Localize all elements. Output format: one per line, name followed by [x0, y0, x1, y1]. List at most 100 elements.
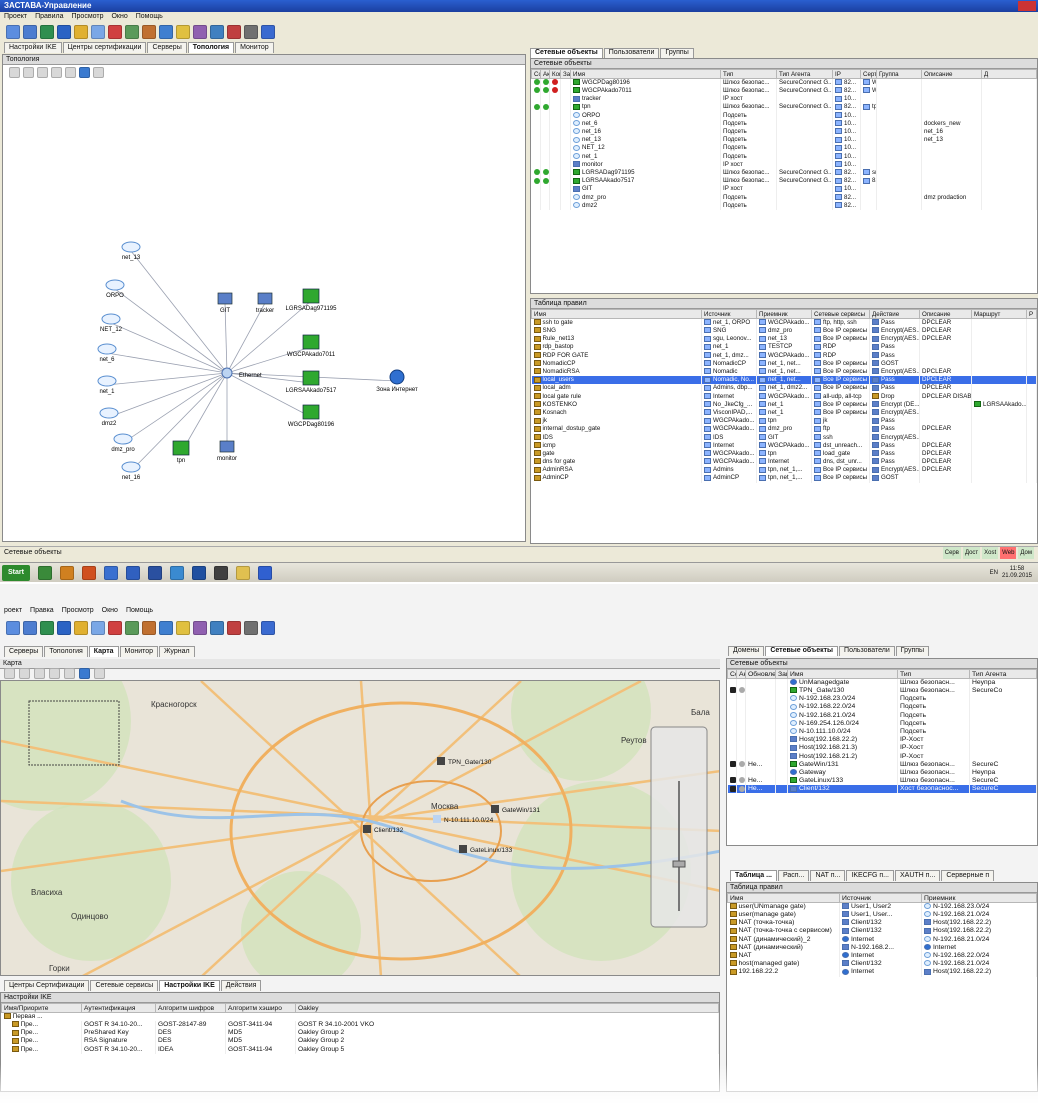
right-tab-b-3[interactable]: Группы	[895, 646, 930, 656]
table-row[interactable]: monitor IP хост 10...	[531, 160, 1037, 169]
table-row[interactable]: AdminRSA Admins tpn, net_1,... Все IP серви…	[531, 466, 1037, 475]
table-row[interactable]: net_13 Подсеть 10... net_13	[531, 136, 1037, 145]
map-node-icon[interactable]	[491, 805, 499, 813]
toolbar-button-icon[interactable]	[74, 621, 88, 635]
table-row[interactable]: local_users Nomadic, No... net_1, net... Вс…	[531, 376, 1037, 385]
status-cell-2[interactable]: Xost	[982, 547, 999, 559]
table-row[interactable]: NomadicCP NomadicCP net_1, net... Все IP се…	[531, 359, 1037, 368]
menu-item-b-3[interactable]: Окно	[102, 606, 118, 616]
map-view[interactable]: Красногорск Реутов Бала Одинцово Власиха Горк…	[0, 680, 720, 976]
taskbar-app-icon[interactable]	[257, 565, 272, 580]
taskbar-app-icon[interactable]	[81, 565, 96, 580]
table-row[interactable]: user(manage gate) User1, User... N-192.168…	[727, 911, 1037, 920]
table-row[interactable]: tpn Шлюз безопас... SecureConnect G... 82..…	[531, 103, 1037, 112]
rules-tab-1[interactable]: Расп...	[777, 870, 810, 881]
table-row[interactable]: LGRSAAkado7517 Шлюз безопас... SecureConne…	[531, 177, 1037, 186]
table-row[interactable]: NAT Internet N-192.168.22.0/24	[727, 951, 1037, 961]
column-header[interactable]: Обновлен	[745, 669, 776, 679]
gateway-icon[interactable]	[302, 288, 320, 304]
column-header[interactable]: Имя	[531, 309, 702, 319]
table-row[interactable]: N-192.168.22.0/24 Подсеть	[727, 703, 1037, 712]
toolbar-button-icon[interactable]	[40, 25, 54, 39]
toolbar-button-icon[interactable]	[227, 25, 241, 39]
taskbar-app-icon[interactable]	[59, 565, 74, 580]
subnet-cloud-icon[interactable]	[121, 461, 141, 473]
table-row[interactable]: Rule_net13 sgu, Leonov... net_13 Все IP сер…	[531, 335, 1037, 344]
toolbar-button-icon[interactable]	[261, 25, 275, 39]
column-header[interactable]: Источник	[701, 309, 757, 319]
map-node-icon[interactable]	[363, 825, 371, 833]
table-row[interactable]: NAT (точка-точка) Client/132 Host(192.168.…	[727, 919, 1037, 928]
table-row[interactable]: He... Client/132 Хост безопаснос... SecureC	[727, 785, 1037, 794]
column-header[interactable]: Имя	[787, 669, 898, 679]
taskbar-app-icon[interactable]	[235, 565, 250, 580]
column-header[interactable]: Тип	[720, 69, 777, 79]
view-tool-icon[interactable]	[64, 668, 75, 679]
status-cell-4[interactable]: Дом	[1018, 547, 1034, 559]
tab-b-4[interactable]: Журнал	[159, 646, 195, 657]
view-tool-icon[interactable]	[4, 668, 15, 679]
toolbar-button-icon[interactable]	[57, 25, 71, 39]
table-row[interactable]: Kosnach VisconIPAD,... net_1 Все IP сервисы…	[531, 408, 1037, 418]
menu-item-b-0[interactable]: роект	[4, 606, 22, 616]
menu-item-4[interactable]: Помощь	[136, 12, 163, 22]
column-header[interactable]: Д	[981, 69, 1037, 79]
table-row[interactable]: N-169.254.126.0/24 Подсеть	[727, 719, 1037, 728]
toolbar-button-icon[interactable]	[23, 621, 37, 635]
subnet-cloud-icon[interactable]	[105, 279, 125, 291]
toolbar-button-icon[interactable]	[125, 621, 139, 635]
toolbar-button-icon[interactable]	[244, 621, 258, 635]
view-tool-icon[interactable]	[79, 67, 90, 78]
tab-2[interactable]: Серверы	[147, 42, 187, 53]
view-tool-icon[interactable]	[94, 668, 105, 679]
table-row[interactable]: N-192.168.21.0/24 Подсеть	[727, 711, 1037, 720]
menu-item-3[interactable]: Окно	[111, 12, 127, 22]
column-header[interactable]: Тип Агента	[776, 69, 833, 79]
zoom-slider-handle[interactable]	[672, 860, 686, 868]
view-tool-icon[interactable]	[93, 67, 104, 78]
column-header[interactable]: Группа	[876, 69, 922, 79]
status-cell-0[interactable]: Серв	[942, 547, 961, 559]
gateway-icon[interactable]	[302, 370, 320, 386]
view-tool-icon[interactable]	[19, 668, 30, 679]
toolbar-button-icon[interactable]	[57, 621, 71, 635]
taskbar-app-icon[interactable]	[103, 565, 118, 580]
table-row[interactable]: RDP FOR GATE net_1, dmz... WGCPAkado... RDP…	[531, 351, 1037, 360]
view-tool-icon[interactable]	[65, 67, 76, 78]
table-row[interactable]: UnManagedgate Шлюз безопасн... Неупра	[727, 678, 1037, 687]
column-header[interactable]: Имя	[727, 893, 840, 903]
map-node-icon[interactable]	[459, 845, 467, 853]
tab-3[interactable]: Топология	[187, 42, 235, 53]
toolbar-button-icon[interactable]	[244, 25, 258, 39]
start-button[interactable]: Start	[2, 564, 30, 581]
toolbar-button-icon[interactable]	[210, 25, 224, 39]
lower-tab-0[interactable]: Центры Сертификации	[4, 980, 90, 991]
table-row[interactable]: He... GateLinux/133 Шлюз безопасн... Secure…	[727, 777, 1037, 786]
column-header[interactable]: Сох	[531, 69, 541, 79]
menu-item-1[interactable]: Правила	[35, 12, 63, 22]
table-row[interactable]: He... GateWin/131 Шлюз безопасн... SecureC	[727, 760, 1037, 769]
view-tool-icon[interactable]	[23, 67, 34, 78]
column-header[interactable]: Приемник	[756, 309, 812, 319]
table-row[interactable]: N-10.111.10.0/24 Подсеть	[727, 727, 1037, 737]
table-row[interactable]: 192.168.22.2 Internet Host(192.168.22.2)	[727, 968, 1037, 977]
table-row[interactable]: WGCPAkado7011 Шлюз безопас... SecureConnec…	[531, 87, 1037, 96]
subnet-cloud-icon[interactable]	[101, 313, 121, 325]
taskbar-app-icon[interactable]	[213, 565, 228, 580]
host-computer-icon[interactable]	[217, 292, 233, 305]
toolbar-button-icon[interactable]	[159, 25, 173, 39]
lower-tab-1[interactable]: Сетевые сервисы	[90, 980, 159, 991]
column-header[interactable]: Конт	[549, 69, 561, 79]
tab-4[interactable]: Монитор	[235, 42, 274, 53]
column-header[interactable]: Алгоритм хэширо	[225, 1003, 296, 1013]
subnet-cloud-icon[interactable]	[113, 433, 133, 445]
right-tab-2[interactable]: Группы	[660, 48, 694, 58]
column-header[interactable]: Акт	[736, 669, 746, 679]
status-cell-3[interactable]: Web	[1000, 547, 1017, 559]
status-cell-1[interactable]: Дост	[962, 547, 981, 559]
toolbar-button-icon[interactable]	[6, 25, 20, 39]
toolbar-button-icon[interactable]	[23, 25, 37, 39]
clock[interactable]: 11:58 21.09.2015	[1002, 566, 1032, 580]
table-row[interactable]: Host(192.168.22.2) IP-Хост	[727, 736, 1037, 745]
tab-1[interactable]: Центры сертификации	[62, 42, 147, 53]
